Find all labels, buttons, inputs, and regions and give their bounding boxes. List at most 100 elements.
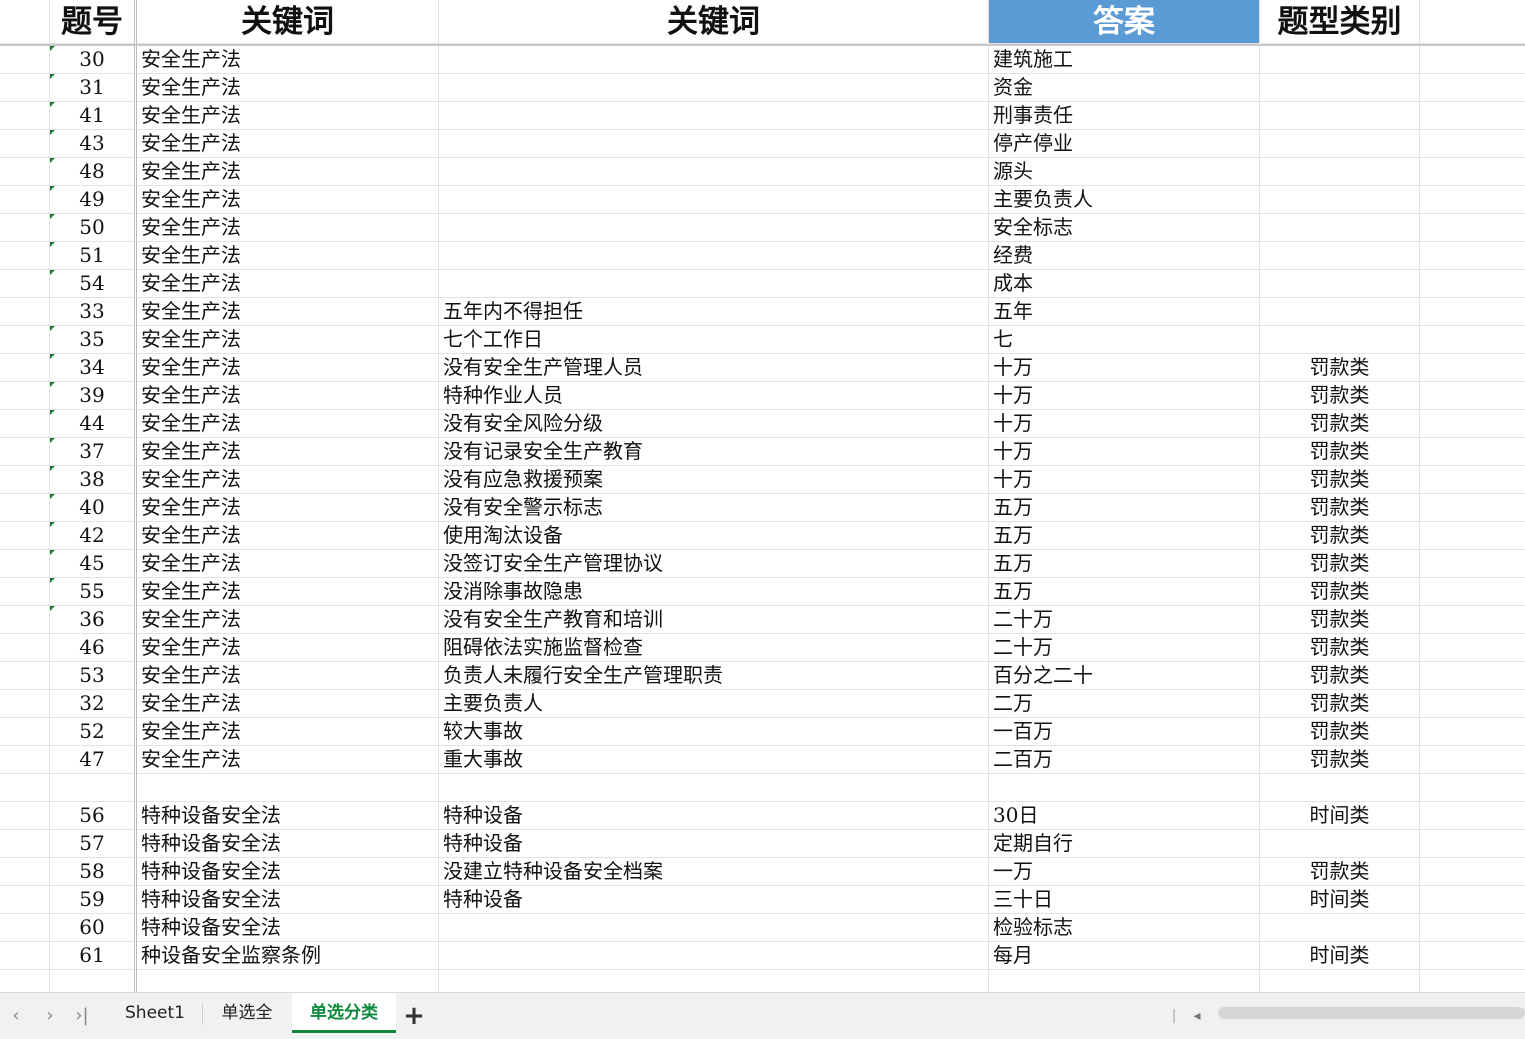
empty-cell[interactable] [1420,774,1525,802]
answer-cell[interactable]: 一万 [989,858,1260,886]
question-type-cell[interactable] [1260,74,1420,102]
header-answer[interactable]: 答案 [989,0,1260,44]
empty-cell[interactable] [1420,130,1525,158]
empty-cell[interactable] [1420,690,1525,718]
row-gutter-cell[interactable] [0,102,50,130]
header-question-no[interactable]: 题号 [50,0,137,44]
law-name-cell[interactable]: 安全生产法 [137,214,439,242]
law-name-cell[interactable]: 安全生产法 [137,410,439,438]
question-no-cell[interactable]: 40 [50,494,137,522]
law-name-cell[interactable]: 安全生产法 [137,522,439,550]
empty-cell[interactable] [1420,242,1525,270]
law-name-cell[interactable]: 安全生产法 [137,74,439,102]
question-no-cell[interactable]: 42 [50,522,137,550]
answer-cell[interactable]: 定期自行 [989,830,1260,858]
question-type-cell[interactable]: 罚款类 [1260,634,1420,662]
question-type-cell[interactable]: 罚款类 [1260,746,1420,774]
law-name-cell[interactable] [137,774,439,802]
law-name-cell[interactable] [137,970,439,992]
keyword-cell[interactable]: 特种设备 [439,802,989,830]
empty-cell[interactable] [1420,382,1525,410]
law-name-cell[interactable]: 种设备安全监察条例 [137,942,439,970]
answer-cell[interactable]: 二万 [989,690,1260,718]
row-gutter-cell[interactable] [0,410,50,438]
keyword-cell[interactable]: 较大事故 [439,718,989,746]
keyword-cell[interactable] [439,214,989,242]
header-question-type[interactable]: 题型类别 [1260,0,1420,44]
row-gutter-cell[interactable] [0,438,50,466]
row-gutter-cell[interactable] [0,382,50,410]
row-gutter-cell[interactable] [0,354,50,382]
question-type-cell[interactable]: 罚款类 [1260,550,1420,578]
row-gutter-cell[interactable] [0,46,50,74]
keyword-cell[interactable] [439,102,989,130]
empty-cell[interactable] [1420,606,1525,634]
answer-cell[interactable]: 十万 [989,382,1260,410]
law-name-cell[interactable]: 安全生产法 [137,270,439,298]
question-no-cell[interactable]: 50 [50,214,137,242]
question-no-cell[interactable]: 48 [50,158,137,186]
question-no-cell[interactable]: 49 [50,186,137,214]
empty-cell[interactable] [1420,438,1525,466]
empty-cell[interactable] [1420,970,1525,992]
answer-cell[interactable]: 建筑施工 [989,46,1260,74]
answer-cell[interactable]: 二十万 [989,634,1260,662]
keyword-cell[interactable] [439,774,989,802]
keyword-cell[interactable]: 没有应急救援预案 [439,466,989,494]
law-name-cell[interactable]: 特种设备安全法 [137,802,439,830]
row-gutter-cell[interactable] [0,690,50,718]
row-gutter-cell[interactable] [0,774,50,802]
question-no-cell[interactable]: 35 [50,326,137,354]
answer-cell[interactable]: 十万 [989,354,1260,382]
keyword-cell[interactable] [439,942,989,970]
row-gutter-cell[interactable] [0,858,50,886]
question-type-cell[interactable] [1260,298,1420,326]
empty-cell[interactable] [1420,270,1525,298]
row-gutter-cell[interactable] [0,270,50,298]
keyword-cell[interactable]: 主要负责人 [439,690,989,718]
row-gutter-cell[interactable] [0,830,50,858]
law-name-cell[interactable]: 安全生产法 [137,326,439,354]
tab-single-all[interactable]: 单选全 [206,993,288,1033]
empty-cell[interactable] [1420,74,1525,102]
law-name-cell[interactable]: 安全生产法 [137,186,439,214]
law-name-cell[interactable]: 安全生产法 [137,298,439,326]
horizontal-scrollbar[interactable] [1218,1007,1525,1019]
question-no-cell[interactable]: 54 [50,270,137,298]
tab-single-category[interactable]: 单选分类 [292,993,396,1033]
question-type-cell[interactable] [1260,326,1420,354]
row-gutter-cell[interactable] [0,942,50,970]
row-gutter-cell[interactable] [0,130,50,158]
question-type-cell[interactable]: 罚款类 [1260,606,1420,634]
keyword-cell[interactable]: 负责人未履行安全生产管理职责 [439,662,989,690]
question-no-cell[interactable]: 45 [50,550,137,578]
row-gutter-cell[interactable] [0,186,50,214]
question-no-cell[interactable]: 58 [50,858,137,886]
question-type-cell[interactable] [1260,214,1420,242]
question-no-cell[interactable]: 43 [50,130,137,158]
question-type-cell[interactable] [1260,46,1420,74]
keyword-cell[interactable]: 特种设备 [439,886,989,914]
empty-cell[interactable] [1420,858,1525,886]
row-gutter-cell[interactable] [0,970,50,992]
question-type-cell[interactable] [1260,242,1420,270]
empty-cell[interactable] [1420,186,1525,214]
keyword-cell[interactable]: 没建立特种设备安全档案 [439,858,989,886]
law-name-cell[interactable]: 安全生产法 [137,382,439,410]
row-gutter-cell[interactable] [0,242,50,270]
keyword-cell[interactable]: 没有安全生产管理人员 [439,354,989,382]
row-gutter-cell[interactable] [0,746,50,774]
empty-cell[interactable] [1420,662,1525,690]
question-no-cell[interactable]: 30 [50,46,137,74]
empty-cell[interactable] [1420,942,1525,970]
law-name-cell[interactable]: 安全生产法 [137,606,439,634]
answer-cell[interactable]: 三十日 [989,886,1260,914]
question-type-cell[interactable]: 罚款类 [1260,354,1420,382]
empty-cell[interactable] [1420,466,1525,494]
question-no-cell[interactable]: 61 [50,942,137,970]
row-gutter-cell[interactable] [0,466,50,494]
law-name-cell[interactable]: 安全生产法 [137,354,439,382]
add-sheet-icon[interactable]: + [400,1001,428,1031]
question-type-cell[interactable] [1260,830,1420,858]
row-gutter-cell[interactable] [0,550,50,578]
